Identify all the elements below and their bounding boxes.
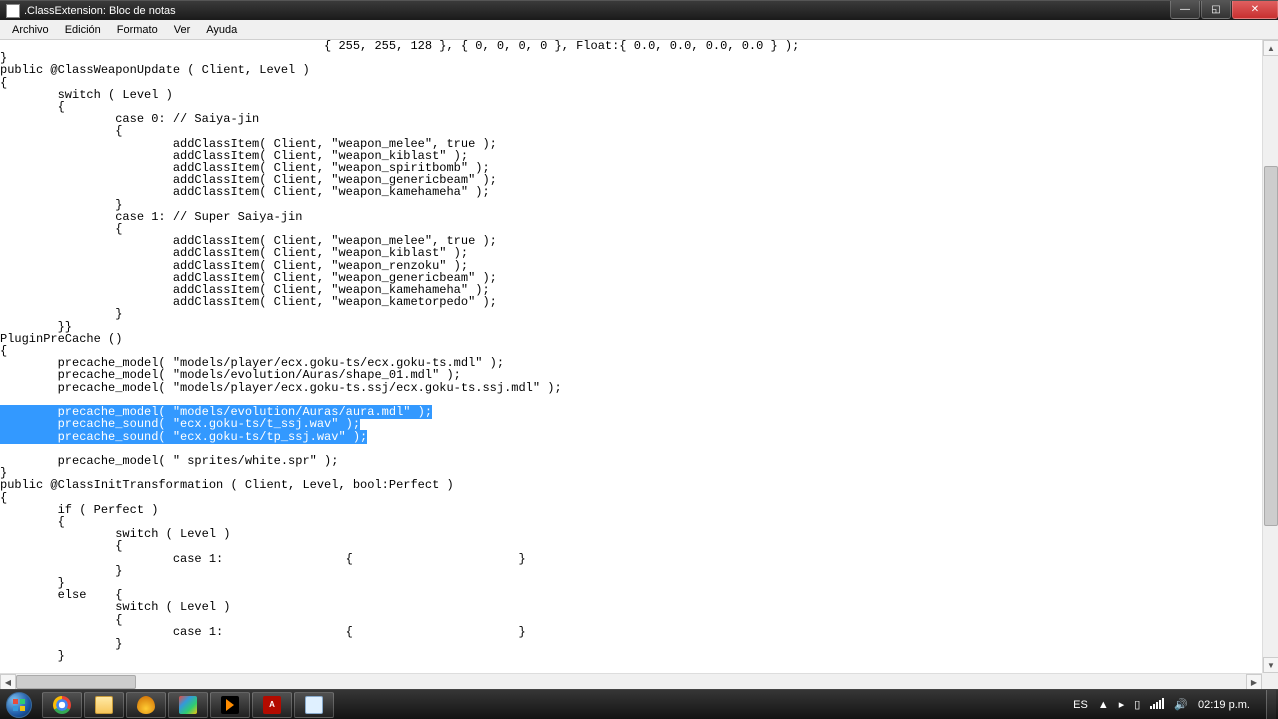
pdf-icon: A [263, 696, 281, 714]
media-player-icon [221, 696, 239, 714]
hscroll-track[interactable] [16, 674, 1246, 689]
taskbar-app-flame[interactable] [126, 692, 166, 718]
vscroll-track[interactable] [1263, 56, 1278, 657]
minimize-button[interactable]: — [1170, 1, 1200, 19]
notepad-icon [305, 696, 323, 714]
menu-archivo[interactable]: Archivo [4, 22, 57, 38]
menu-bar: Archivo Edición Formato Ver Ayuda [0, 20, 1278, 40]
taskbar-items: A [38, 692, 334, 718]
editor-container: { 255, 255, 128 }, { 0, 0, 0, 0 }, Float… [0, 40, 1278, 689]
tray-volume-icon[interactable]: 🔊 [1174, 698, 1188, 711]
tray-language[interactable]: ES [1073, 699, 1088, 711]
code-pre-selection: { 255, 255, 128 }, { 0, 0, 0, 0 }, Float… [0, 40, 799, 395]
menu-edicion[interactable]: Edición [57, 22, 109, 38]
vertical-scrollbar[interactable]: ▲ ▼ [1262, 40, 1278, 673]
scroll-up-button[interactable]: ▲ [1263, 40, 1278, 56]
window-title: .ClassExtension: Bloc de notas [24, 5, 1169, 17]
tray-network-icon[interactable] [1150, 697, 1164, 712]
taskbar: A ES ▲ ▸ ▯ 🔊 02:19 p.m. [0, 689, 1278, 719]
window-titlebar: .ClassExtension: Bloc de notas — ◱ ✕ [0, 0, 1278, 20]
text-editor[interactable]: { 255, 255, 128 }, { 0, 0, 0, 0 }, Float… [0, 40, 1262, 673]
show-desktop-button[interactable] [1266, 690, 1276, 719]
hscroll-thumb[interactable] [16, 675, 136, 689]
menu-ayuda[interactable]: Ayuda [198, 22, 245, 38]
window-controls: — ◱ ✕ [1169, 1, 1278, 20]
code-content[interactable]: { 255, 255, 128 }, { 0, 0, 0, 0 }, Float… [0, 40, 1262, 662]
menu-formato[interactable]: Formato [109, 22, 166, 38]
paint-icon [179, 696, 197, 714]
tray-show-hidden-icons[interactable]: ▲ [1098, 699, 1109, 711]
notepad-app-icon [6, 4, 20, 18]
horizontal-scrollbar[interactable]: ◀ ▶ [0, 673, 1262, 689]
code-post-selection: precache_model( " sprites/white.spr" ); … [0, 454, 526, 663]
tray-clock[interactable]: 02:19 p.m. [1198, 699, 1250, 711]
scroll-down-button[interactable]: ▼ [1263, 657, 1278, 673]
scroll-right-button[interactable]: ▶ [1246, 674, 1262, 689]
taskbar-paint[interactable] [168, 692, 208, 718]
taskbar-media-player[interactable] [210, 692, 250, 718]
scroll-left-button[interactable]: ◀ [0, 674, 16, 689]
vscroll-thumb[interactable] [1264, 166, 1278, 526]
start-button[interactable] [0, 690, 38, 719]
folder-icon [95, 696, 113, 714]
taskbar-chrome[interactable] [42, 692, 82, 718]
system-tray: ES ▲ ▸ ▯ 🔊 02:19 p.m. [1073, 690, 1278, 719]
tray-battery-icon[interactable]: ▯ [1134, 698, 1140, 711]
maximize-button[interactable]: ◱ [1201, 1, 1231, 19]
selected-line-3: precache_sound( "ecx.goku-ts/tp_ssj.wav"… [0, 430, 367, 444]
menu-ver[interactable]: Ver [166, 22, 199, 38]
windows-flag-icon [13, 699, 25, 711]
flame-icon [137, 696, 155, 714]
taskbar-notepad[interactable] [294, 692, 334, 718]
chrome-icon [53, 696, 71, 714]
scrollbar-corner [1262, 673, 1278, 689]
close-button[interactable]: ✕ [1232, 1, 1278, 19]
taskbar-pdf-reader[interactable]: A [252, 692, 292, 718]
windows-orb-icon [6, 692, 32, 718]
tray-flag-icon[interactable]: ▸ [1119, 698, 1125, 711]
taskbar-explorer[interactable] [84, 692, 124, 718]
